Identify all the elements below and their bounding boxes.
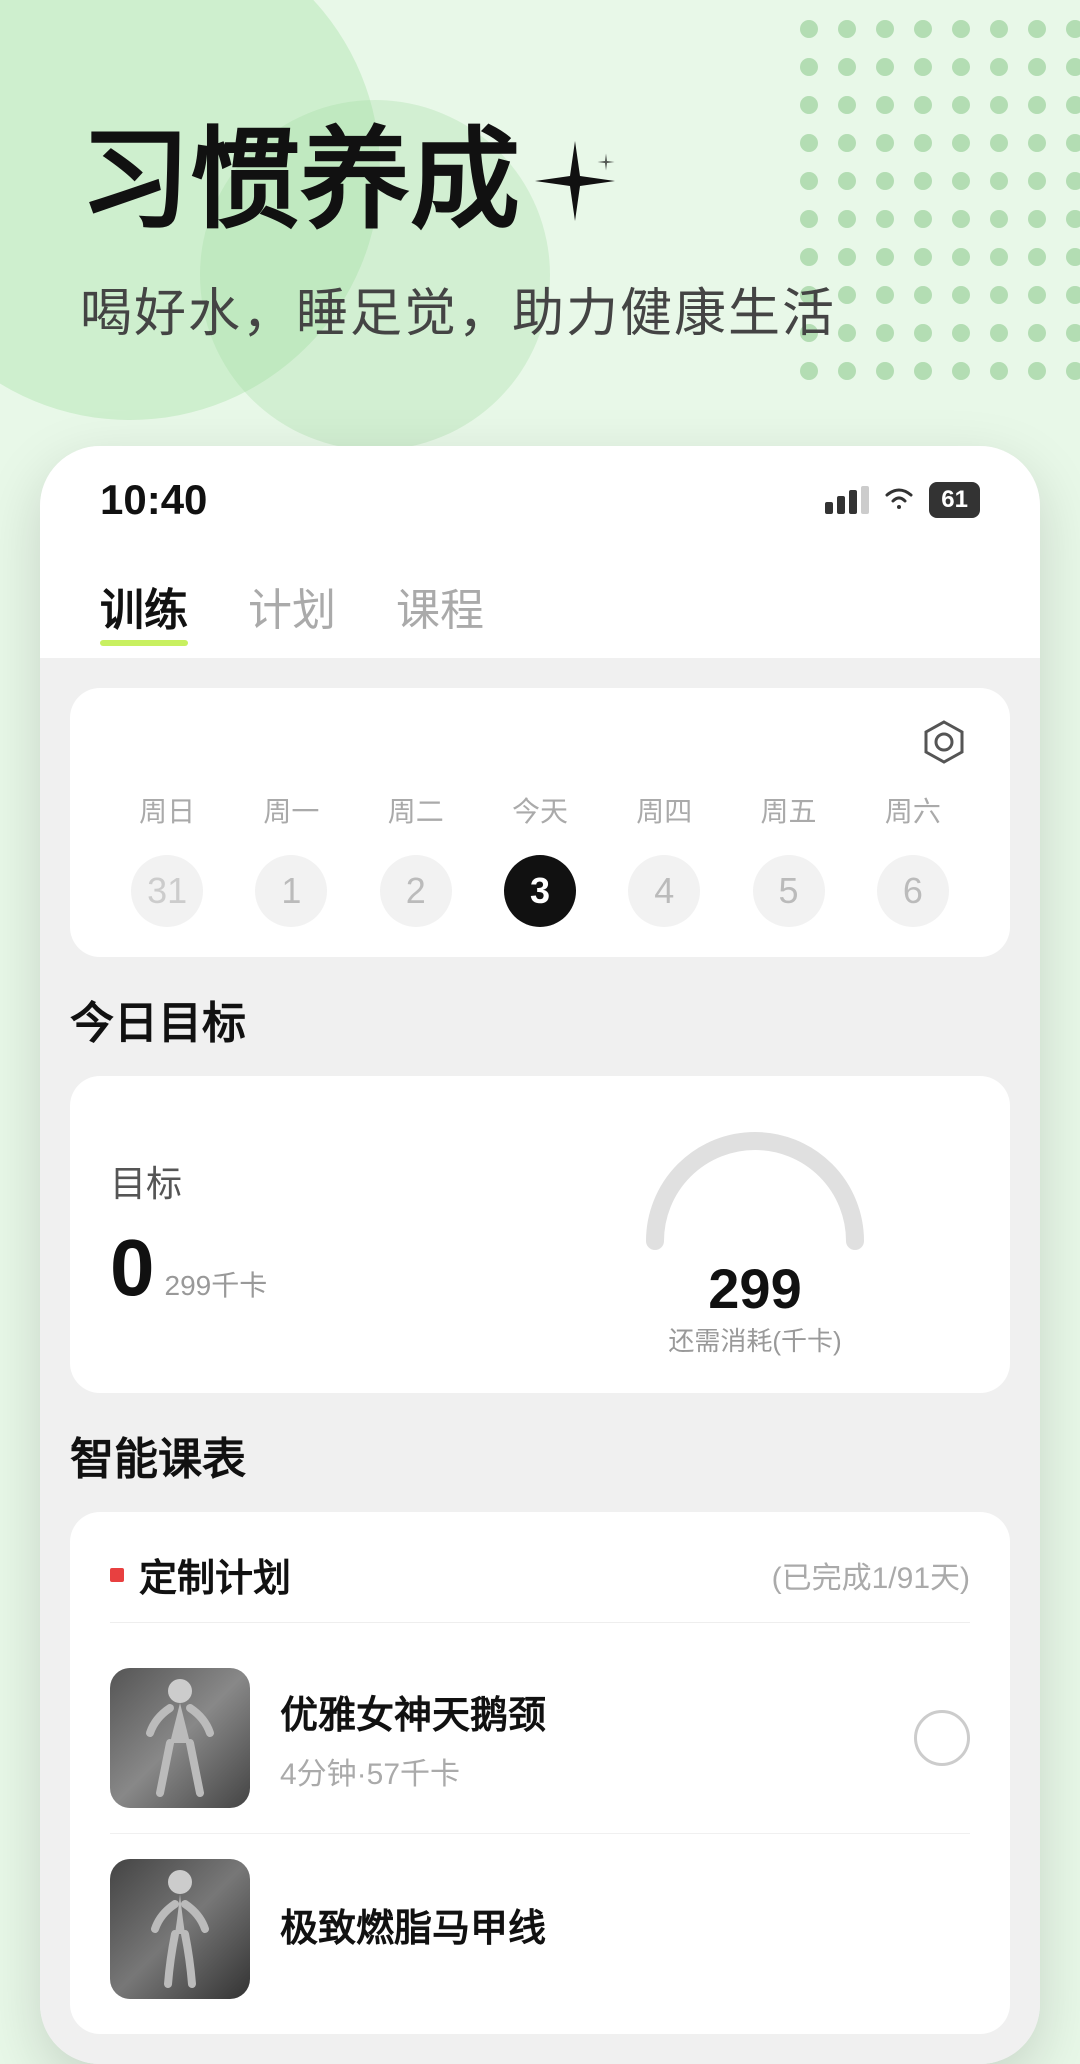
calories-label: 还需消耗(千卡) bbox=[668, 1321, 841, 1358]
wifi-icon bbox=[881, 482, 917, 519]
tab-course[interactable]: 课程 bbox=[396, 574, 484, 638]
subtitle-text: 喝好水，睡足觉，助力健康生活 bbox=[80, 271, 1000, 346]
day-31[interactable]: 31 bbox=[131, 855, 203, 927]
goal-label: 目标 bbox=[110, 1155, 540, 1207]
settings-icon[interactable] bbox=[918, 718, 970, 770]
schedule-progress: (已完成1/91天) bbox=[772, 1553, 970, 1597]
workout-thumb-2 bbox=[110, 1859, 250, 1999]
goal-right: 299 还需消耗(千卡) bbox=[540, 1111, 970, 1358]
calories-number: 299 bbox=[708, 1256, 801, 1321]
day-6[interactable]: 6 bbox=[877, 855, 949, 927]
signal-icon bbox=[825, 486, 869, 514]
workout-item-2: 极致燃脂马甲线 bbox=[110, 1834, 970, 1999]
goal-left: 目标 0 299千卡 bbox=[110, 1155, 540, 1314]
day-label-sun: 周日 bbox=[110, 790, 224, 830]
goal-number: 0 bbox=[110, 1222, 155, 1314]
workout-figure-2 bbox=[140, 1864, 220, 1994]
schedule-section: 智能课表 定制计划 (已完成1/91天) bbox=[70, 1423, 1010, 2034]
schedule-card: 定制计划 (已完成1/91天) bbox=[70, 1512, 1010, 2034]
day-label-sat: 周六 bbox=[856, 790, 970, 830]
status-time: 10:40 bbox=[100, 476, 207, 524]
goal-value-row: 0 299千卡 bbox=[110, 1222, 540, 1314]
red-dot-icon bbox=[110, 1568, 124, 1582]
calorie-gauge bbox=[635, 1111, 875, 1251]
goal-card: 目标 0 299千卡 299 还需消耗(千卡) bbox=[70, 1076, 1010, 1393]
workout-meta-1: 4分钟·57千卡 bbox=[280, 1749, 884, 1793]
day-1[interactable]: 1 bbox=[255, 855, 327, 927]
day-label-thu: 周四 bbox=[607, 790, 721, 830]
calendar-grid: 周日 周一 周二 今天 周四 周五 周六 31 1 2 3 4 5 6 bbox=[110, 790, 970, 927]
header-section: 习惯养成 喝好水，睡足觉，助力健康生活 bbox=[0, 0, 1080, 406]
sparkle-icon bbox=[530, 136, 620, 226]
schedule-header: 定制计划 (已完成1/91天) bbox=[110, 1547, 970, 1623]
tab-navigation: 训练 计划 课程 bbox=[40, 544, 1040, 658]
workout-thumb-1 bbox=[110, 1668, 250, 1808]
phone-mockup: 10:40 61 训练 计划 课程 bbox=[40, 446, 1040, 2064]
workout-name-2: 极致燃脂马甲线 bbox=[280, 1897, 970, 1952]
workout-check-1[interactable] bbox=[914, 1710, 970, 1766]
day-label-tue: 周二 bbox=[359, 790, 473, 830]
goal-unit: 299千卡 bbox=[165, 1264, 268, 1304]
status-icons: 61 bbox=[825, 482, 980, 519]
workout-info-1: 优雅女神天鹅颈 4分钟·57千卡 bbox=[280, 1684, 884, 1793]
tab-underline bbox=[100, 640, 188, 646]
today-goal-title: 今日目标 bbox=[70, 987, 1010, 1051]
workout-info-2: 极致燃脂马甲线 bbox=[280, 1897, 970, 1962]
main-content: 周日 周一 周二 今天 周四 周五 周六 31 1 2 3 4 5 6 今日目标… bbox=[40, 658, 1040, 2064]
workout-name-1: 优雅女神天鹅颈 bbox=[280, 1684, 884, 1739]
workout-figure-1 bbox=[140, 1673, 220, 1803]
workout-item-1: 优雅女神天鹅颈 4分钟·57千卡 bbox=[110, 1643, 970, 1834]
settings-icon-row bbox=[110, 718, 970, 770]
day-label-fri: 周五 bbox=[731, 790, 845, 830]
day-label-mon: 周一 bbox=[234, 790, 348, 830]
schedule-title-row: 定制计划 bbox=[110, 1547, 291, 1602]
status-bar: 10:40 61 bbox=[40, 446, 1040, 544]
day-4[interactable]: 4 bbox=[628, 855, 700, 927]
day-3-active[interactable]: 3 bbox=[504, 855, 576, 927]
main-title: 习惯养成 bbox=[80, 120, 1000, 241]
calendar-card: 周日 周一 周二 今天 周四 周五 周六 31 1 2 3 4 5 6 bbox=[70, 688, 1010, 957]
battery-icon: 61 bbox=[929, 482, 980, 518]
day-label-today: 今天 bbox=[483, 790, 597, 830]
tab-training[interactable]: 训练 bbox=[100, 574, 188, 638]
schedule-title: 智能课表 bbox=[70, 1423, 1010, 1487]
tab-plan[interactable]: 计划 bbox=[248, 574, 336, 638]
day-5[interactable]: 5 bbox=[753, 855, 825, 927]
day-2[interactable]: 2 bbox=[380, 855, 452, 927]
schedule-plan-title: 定制计划 bbox=[139, 1547, 291, 1602]
title-text: 习惯养成 bbox=[80, 120, 520, 241]
